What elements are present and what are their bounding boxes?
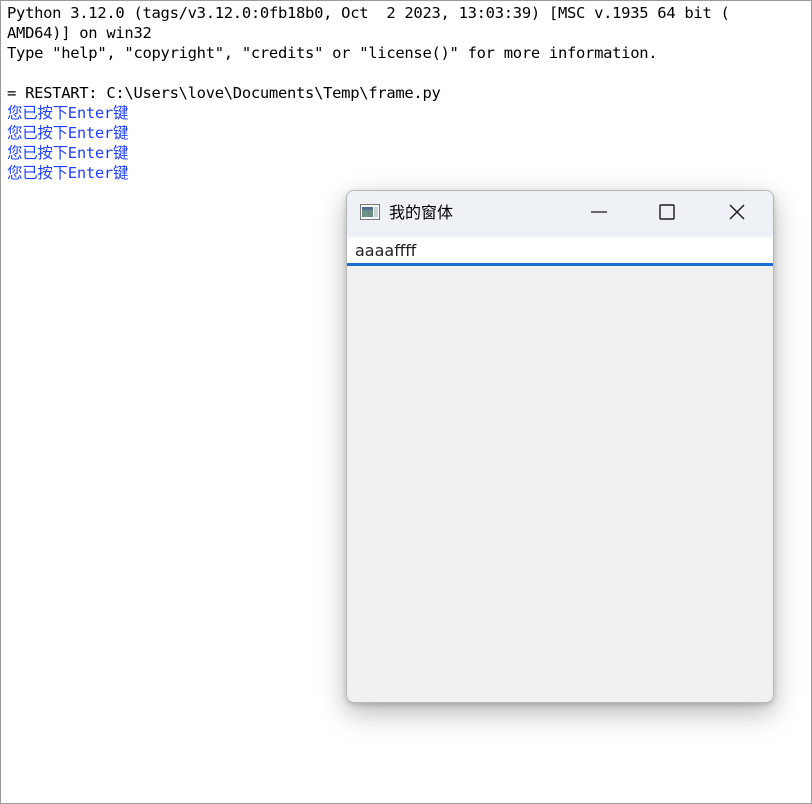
minimize-icon bbox=[591, 204, 607, 225]
text-entry[interactable] bbox=[347, 237, 773, 266]
maximize-button[interactable] bbox=[633, 191, 701, 237]
window-title: 我的窗体 bbox=[389, 203, 454, 222]
title-bar[interactable]: 我的窗体 bbox=[347, 191, 773, 237]
shell-output-line: 您已按下Enter键 bbox=[7, 104, 129, 122]
close-icon bbox=[729, 204, 745, 225]
shell-output-line: 您已按下Enter键 bbox=[7, 164, 129, 182]
window-client-area bbox=[347, 269, 773, 702]
shell-banner-line: Python 3.12.0 (tags/v3.12.0:0fb18b0, Oct… bbox=[7, 4, 730, 22]
shell-banner-line: Type "help", "copyright", "credits" or "… bbox=[7, 44, 658, 62]
close-button[interactable] bbox=[703, 191, 771, 237]
minimize-button[interactable] bbox=[565, 191, 633, 237]
shell-restart-line: = RESTART: C:\Users\love\Documents\Temp\… bbox=[7, 84, 441, 102]
shell-banner-line: AMD64)] on win32 bbox=[7, 24, 152, 42]
shell-output-line: 您已按下Enter键 bbox=[7, 124, 129, 142]
shell-output-line: 您已按下Enter键 bbox=[7, 144, 129, 162]
maximize-icon bbox=[659, 203, 675, 225]
tk-app-icon bbox=[360, 204, 380, 220]
tk-window[interactable]: 我的窗体 bbox=[346, 190, 774, 703]
